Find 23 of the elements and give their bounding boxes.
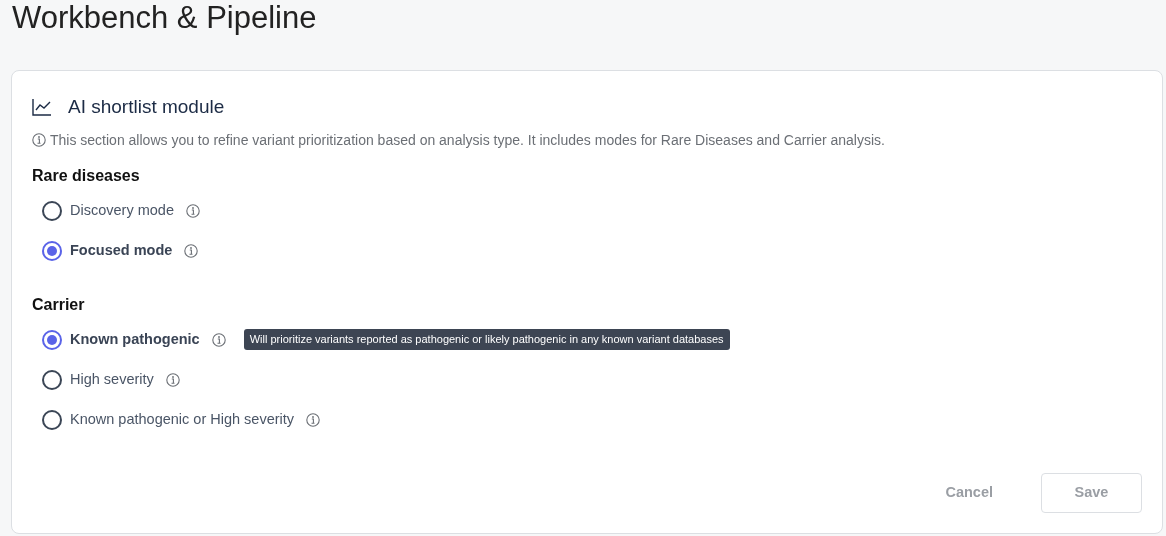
info-icon bbox=[185, 203, 200, 218]
section-heading: Carrier bbox=[32, 294, 86, 315]
line-chart-icon bbox=[32, 98, 52, 117]
info-icon bbox=[211, 332, 226, 347]
section-heading: Rare diseases bbox=[32, 165, 141, 186]
tooltip: Will prioritize variants reported as pathogenic or likely pathogenic in any known variant databases bbox=[243, 329, 730, 350]
option-label: Known pathogenic or High severity bbox=[70, 409, 295, 429]
radio-button[interactable] bbox=[42, 240, 62, 261]
option-label: Focused mode bbox=[70, 240, 173, 260]
info-icon bbox=[184, 243, 199, 258]
radio-button[interactable] bbox=[42, 409, 62, 430]
radio-button[interactable] bbox=[42, 369, 62, 390]
page-title: Workbench & Pipeline bbox=[12, 0, 318, 37]
option-label: High severity bbox=[70, 369, 154, 389]
radio-button[interactable] bbox=[42, 200, 62, 221]
info-icon bbox=[306, 412, 321, 427]
option-label: Discovery mode bbox=[70, 200, 174, 220]
radio-button[interactable] bbox=[42, 329, 62, 350]
info-icon bbox=[32, 133, 46, 147]
description-text: This section allows you to refine variant prioritization based on analysis type. It includes modes for Rare Diseases and Carrier analysis. bbox=[50, 130, 885, 150]
module-title: AI shortlist module bbox=[68, 95, 225, 119]
option-label: Known pathogenic bbox=[70, 329, 200, 349]
info-icon bbox=[165, 372, 180, 387]
